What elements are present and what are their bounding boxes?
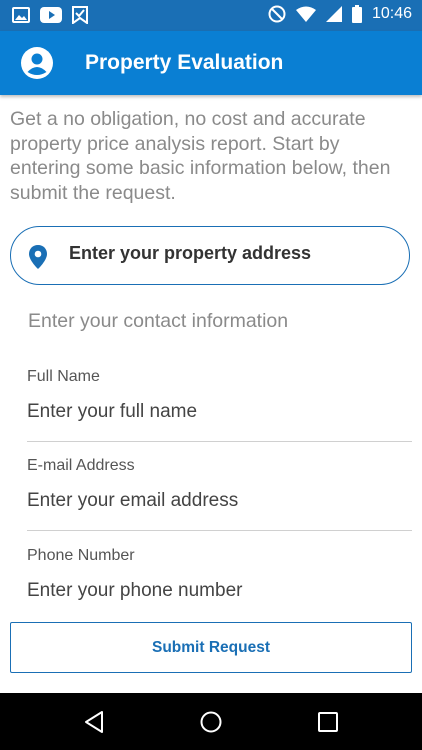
do-not-disturb-icon bbox=[268, 5, 286, 23]
app-bar: Property Evaluation bbox=[0, 31, 422, 95]
location-pin-icon bbox=[29, 245, 47, 269]
page-title: Property Evaluation bbox=[85, 51, 284, 74]
address-input[interactable] bbox=[69, 243, 389, 264]
status-system: 10:46 bbox=[268, 5, 412, 23]
home-icon[interactable] bbox=[199, 710, 223, 734]
status-time: 10:46 bbox=[371, 5, 412, 22]
email-underline bbox=[27, 530, 412, 531]
navigation-bar bbox=[0, 693, 422, 750]
back-icon[interactable] bbox=[82, 710, 106, 734]
email-label: E-mail Address bbox=[27, 457, 135, 474]
wifi-icon bbox=[295, 6, 316, 22]
full-name-underline bbox=[27, 441, 412, 442]
bookmark-check-icon bbox=[72, 6, 88, 24]
status-bar: 10:46 bbox=[0, 0, 422, 31]
email-input[interactable] bbox=[27, 490, 407, 512]
phone-label: Phone Number bbox=[27, 547, 135, 564]
address-field[interactable] bbox=[10, 226, 410, 285]
contact-heading: Enter your contact information bbox=[28, 310, 289, 332]
full-name-label: Full Name bbox=[27, 368, 100, 385]
signal-icon bbox=[325, 6, 342, 22]
status-notifications bbox=[12, 6, 88, 24]
full-name-input[interactable] bbox=[27, 401, 407, 423]
intro-text: Get a no obligation, no cost and accurat… bbox=[10, 108, 391, 204]
phone-input[interactable] bbox=[27, 580, 407, 602]
recents-icon[interactable] bbox=[316, 710, 340, 734]
battery-icon bbox=[351, 5, 362, 23]
youtube-icon bbox=[40, 7, 62, 23]
gallery-icon bbox=[12, 7, 30, 23]
account-circle-icon[interactable] bbox=[21, 47, 53, 79]
submit-request-button[interactable]: Submit Request bbox=[10, 622, 412, 673]
